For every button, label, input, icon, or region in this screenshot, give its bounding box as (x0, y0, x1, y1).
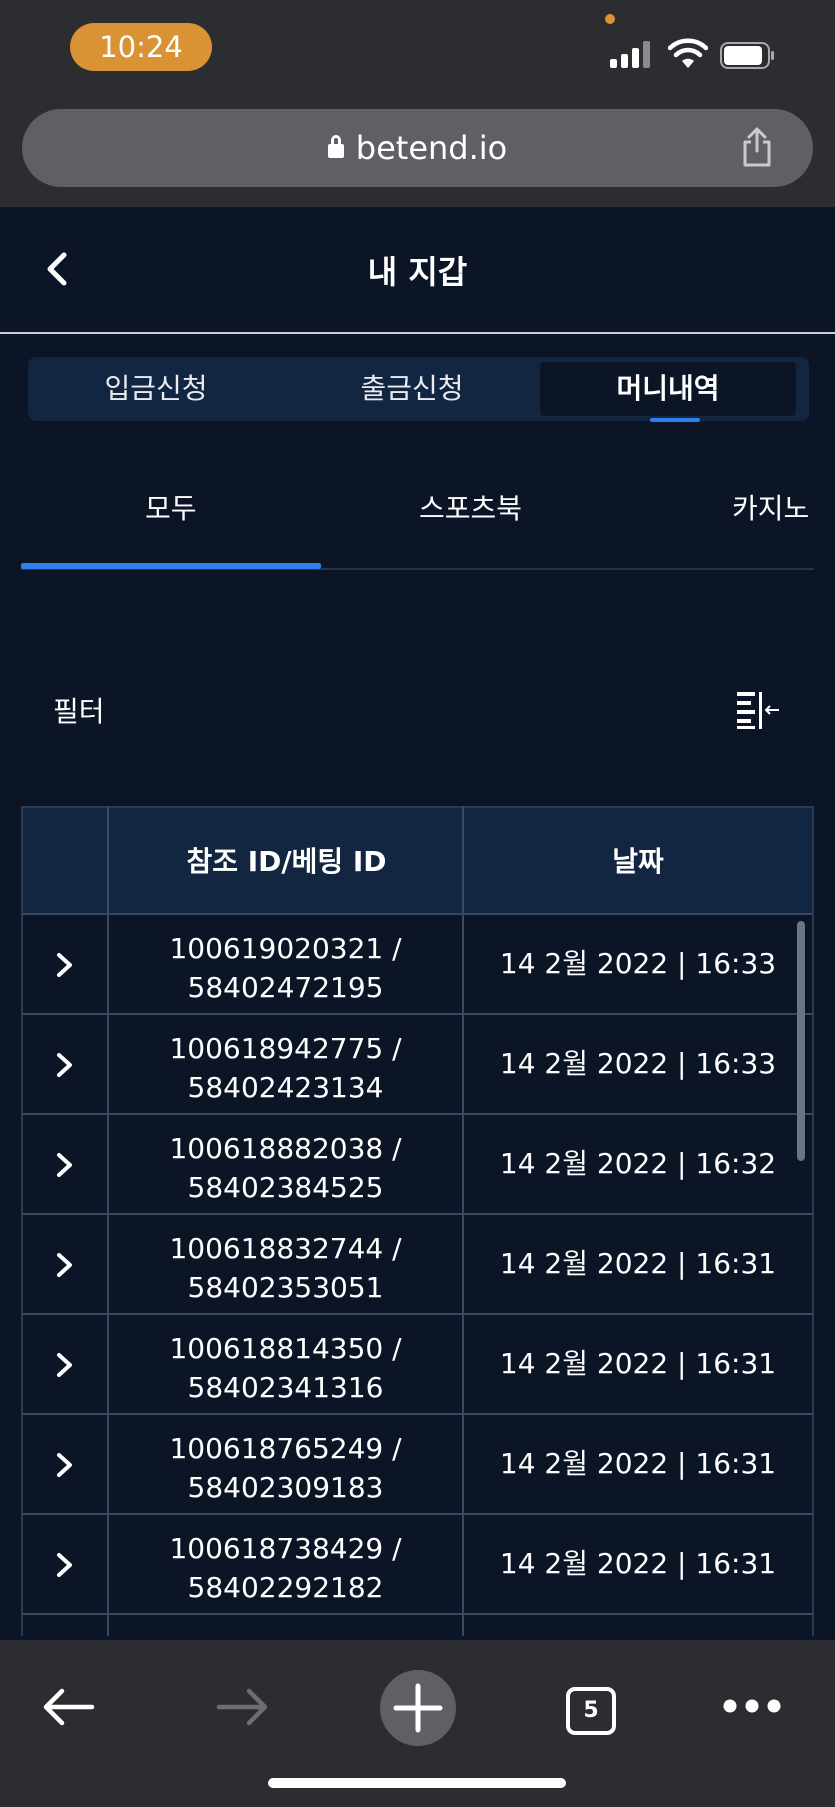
plus-icon (393, 1683, 443, 1733)
page-title: 내 지갑 (367, 253, 468, 291)
status-time: 10:24 (70, 23, 212, 71)
reference-id-cell: 100618765249 / 58402309183 (109, 1429, 462, 1507)
table-row[interactable] (23, 1615, 812, 1636)
arrow-right-icon[interactable] (215, 1685, 271, 1729)
lock-icon (327, 135, 344, 158)
new-tab-button[interactable] (380, 1670, 456, 1746)
chevron-right-icon[interactable] (53, 1450, 77, 1480)
url-display[interactable]: betend.io (22, 109, 813, 187)
tab-money-history-label: 머니내역 (616, 372, 720, 405)
reference-id-cell: 100618814350 / 58402341316 (109, 1329, 462, 1407)
battery-icon (720, 42, 774, 69)
bet-id: 58402472195 (187, 971, 384, 1004)
chevron-right-icon[interactable] (53, 1350, 77, 1380)
column-header-reference-id: 참조 ID/베팅 ID (186, 845, 387, 878)
reference-id: 100618882038 / (169, 1132, 402, 1165)
category-tab-sportsbook[interactable]: 스포츠북 (419, 487, 522, 527)
column-divider (462, 806, 464, 1636)
reference-id: 100618765249 / (169, 1432, 402, 1465)
table-row[interactable]: 100618832744 / 58402353051 14 2월 2022 | 1… (23, 1215, 812, 1315)
reference-id-cell: 100619020321 / 58402472195 (109, 929, 462, 1007)
chevron-right-icon[interactable] (53, 950, 77, 980)
table-row[interactable]: 100618738429 / 58402292182 14 2월 2022 | 1… (23, 1515, 812, 1615)
chevron-right-icon[interactable] (53, 1250, 77, 1280)
tab-deposit-request[interactable]: 입금신청 (28, 357, 284, 421)
table-row[interactable]: 100618814350 / 58402341316 14 2월 2022 | 1… (23, 1315, 812, 1415)
reference-id-cell: 100618942775 / 58402423134 (109, 1029, 462, 1107)
filter-label[interactable]: 필터 (53, 690, 105, 730)
reference-id: 100618832744 / (169, 1232, 402, 1265)
category-tab-all[interactable]: 모두 (145, 487, 197, 527)
filter-icon[interactable] (735, 690, 781, 730)
page-header: 내 지갑 (0, 207, 835, 334)
category-active-indicator (21, 563, 321, 569)
column-header-date: 날짜 (612, 845, 664, 878)
column-header-expand (23, 808, 109, 915)
reference-id-cell: 100618738429 / 58402292182 (109, 1529, 462, 1607)
column-divider (107, 806, 109, 1636)
address-bar[interactable]: betend.io (22, 109, 813, 187)
reference-id: 100619020321 / (169, 932, 402, 965)
arrow-left-icon[interactable] (40, 1685, 96, 1729)
wallet-segment-tabs: 입금신청 출금신청 머니내역 (28, 357, 809, 422)
recording-indicator (605, 14, 615, 24)
chevron-right-icon[interactable] (53, 1050, 77, 1080)
date-cell: 14 2월 2022 | 16:33 (499, 947, 777, 980)
bet-id: 58402384525 (187, 1171, 384, 1204)
table-row[interactable]: 100618942775 / 58402423134 14 2월 2022 | 1… (23, 1015, 812, 1115)
reference-id: 100618942775 / (169, 1032, 402, 1065)
table-scrollbar[interactable] (797, 921, 805, 1161)
table-row[interactable]: 100618882038 / 58402384525 14 2월 2022 | 1… (23, 1115, 812, 1215)
money-history-table: 참조 ID/베팅 ID 날짜 100619020321 / 58402472195… (21, 806, 814, 1636)
date-cell: 14 2월 2022 | 16:31 (499, 1347, 777, 1380)
reference-id: 100618738429 / (169, 1532, 402, 1565)
category-tab-casino[interactable]: 카지노 (732, 487, 809, 527)
tab-withdraw-request[interactable]: 출금신청 (284, 357, 540, 421)
reference-id-cell: 100618832744 / 58402353051 (109, 1229, 462, 1307)
bet-id: 58402341316 (187, 1371, 384, 1404)
bet-id: 58402292182 (187, 1571, 384, 1604)
bet-id: 58402309183 (187, 1471, 384, 1504)
home-indicator (268, 1778, 566, 1788)
cellular-signal-icon (610, 40, 652, 68)
chevron-right-icon[interactable] (53, 1150, 77, 1180)
date-cell: 14 2월 2022 | 16:31 (499, 1247, 777, 1280)
wifi-icon (668, 38, 708, 68)
tab-money-history[interactable]: 머니내역 (540, 362, 796, 422)
date-cell: 14 2월 2022 | 16:33 (499, 1047, 777, 1080)
active-tab-indicator (650, 418, 700, 422)
reference-id-cell: 100618882038 / 58402384525 (109, 1129, 462, 1207)
reference-id: 100618814350 / (169, 1332, 402, 1365)
more-icon[interactable] (722, 1698, 782, 1714)
browser-chrome: 10:24 betend.io (0, 0, 835, 207)
table-row[interactable]: 100618765249 / 58402309183 14 2월 2022 | 1… (23, 1415, 812, 1515)
table-row[interactable]: 100619020321 / 58402472195 14 2월 2022 | 1… (23, 915, 812, 1015)
tabs-icon[interactable]: 5 (566, 1687, 616, 1735)
chevron-right-icon[interactable] (53, 1550, 77, 1580)
bet-id: 58402423134 (187, 1071, 384, 1104)
share-icon[interactable] (739, 125, 775, 169)
date-cell: 14 2월 2022 | 16:32 (499, 1147, 777, 1180)
bet-id: 58402353051 (187, 1271, 384, 1304)
date-cell: 14 2월 2022 | 16:31 (499, 1447, 777, 1480)
table-header: 참조 ID/베팅 ID 날짜 (23, 806, 812, 915)
date-cell: 14 2월 2022 | 16:31 (499, 1547, 777, 1580)
url-text: betend.io (355, 129, 508, 167)
date-cell (464, 1615, 812, 1636)
